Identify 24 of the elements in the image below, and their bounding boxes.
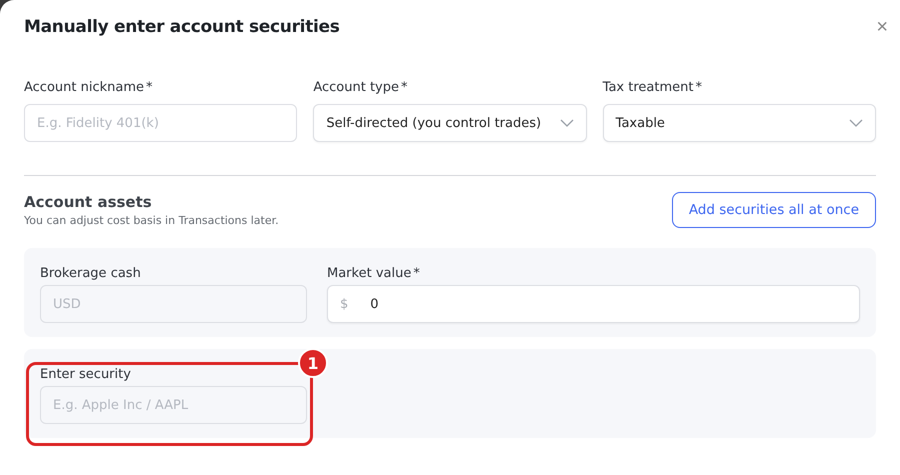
required-mark: * bbox=[146, 80, 153, 95]
section-subtitle: You can adjust cost basis in Transactions later. bbox=[24, 214, 279, 227]
step-badge: 1 bbox=[298, 348, 328, 378]
chevron-down-icon bbox=[848, 119, 863, 127]
field-label: Account type bbox=[313, 80, 399, 95]
required-mark: * bbox=[401, 80, 408, 95]
required-mark: * bbox=[695, 80, 702, 95]
add-securities-button[interactable]: Add securities all at once bbox=[672, 192, 876, 228]
field-label: Brokerage cash bbox=[40, 266, 141, 281]
currency-field[interactable]: USD bbox=[40, 285, 307, 323]
field-label: Enter security bbox=[40, 367, 132, 382]
field-label: Market value bbox=[327, 266, 412, 281]
required-mark: * bbox=[413, 266, 420, 281]
market-value-field[interactable]: $ 0 bbox=[327, 285, 860, 323]
close-button[interactable]: × bbox=[876, 17, 888, 37]
dialog-title: Manually enter account securities bbox=[24, 17, 340, 37]
section-title: Account assets bbox=[24, 193, 153, 211]
select-field[interactable]: Taxable bbox=[602, 104, 876, 142]
select-field[interactable]: Self-directed (you control trades) bbox=[313, 104, 587, 142]
security-input-field[interactable]: E.g. Apple Inc / AAPL bbox=[40, 386, 307, 424]
field-label: Account nickname bbox=[24, 80, 144, 95]
input-field[interactable]: E.g. Fidelity 401(k) bbox=[24, 104, 298, 142]
chevron-down-icon bbox=[560, 119, 574, 127]
field-label: Tax treatment bbox=[602, 80, 694, 95]
